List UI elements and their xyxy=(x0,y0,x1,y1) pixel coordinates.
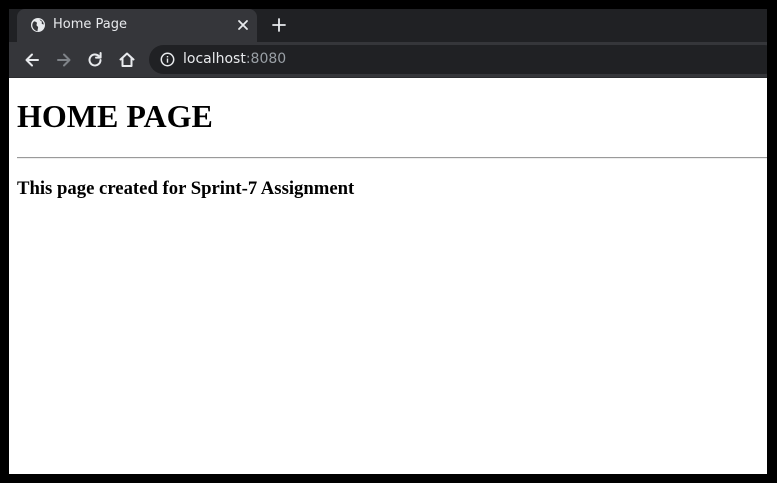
horizontal-rule xyxy=(17,157,767,159)
close-icon[interactable] xyxy=(235,17,251,33)
address-bar[interactable]: localhost:8080 xyxy=(149,45,767,74)
page-title: HOME PAGE xyxy=(17,98,213,134)
tab-title: Home Page xyxy=(53,17,127,32)
page-subtitle: This page created for Sprint-7 Assignmen… xyxy=(17,178,355,199)
reload-icon[interactable] xyxy=(85,50,105,70)
info-icon[interactable] xyxy=(160,52,175,67)
url-host: localhost xyxy=(183,51,246,67)
arrow-left-icon[interactable] xyxy=(22,50,42,70)
browser-toolbar: localhost:8080 xyxy=(9,42,767,78)
tab-strip: Home Page xyxy=(9,9,767,42)
tab-home-page[interactable]: Home Page xyxy=(17,9,257,42)
page-content: HOME PAGE This page created for Sprint-7… xyxy=(9,78,767,474)
globe-icon xyxy=(31,18,45,32)
plus-icon[interactable] xyxy=(270,16,288,34)
url-text[interactable]: localhost:8080 xyxy=(183,51,286,68)
home-icon[interactable] xyxy=(117,50,137,70)
url-port: :8080 xyxy=(245,51,287,67)
browser-window: Home Page localhost:8080 HOME PAGE This … xyxy=(9,9,767,474)
arrow-right-icon[interactable] xyxy=(54,50,74,70)
